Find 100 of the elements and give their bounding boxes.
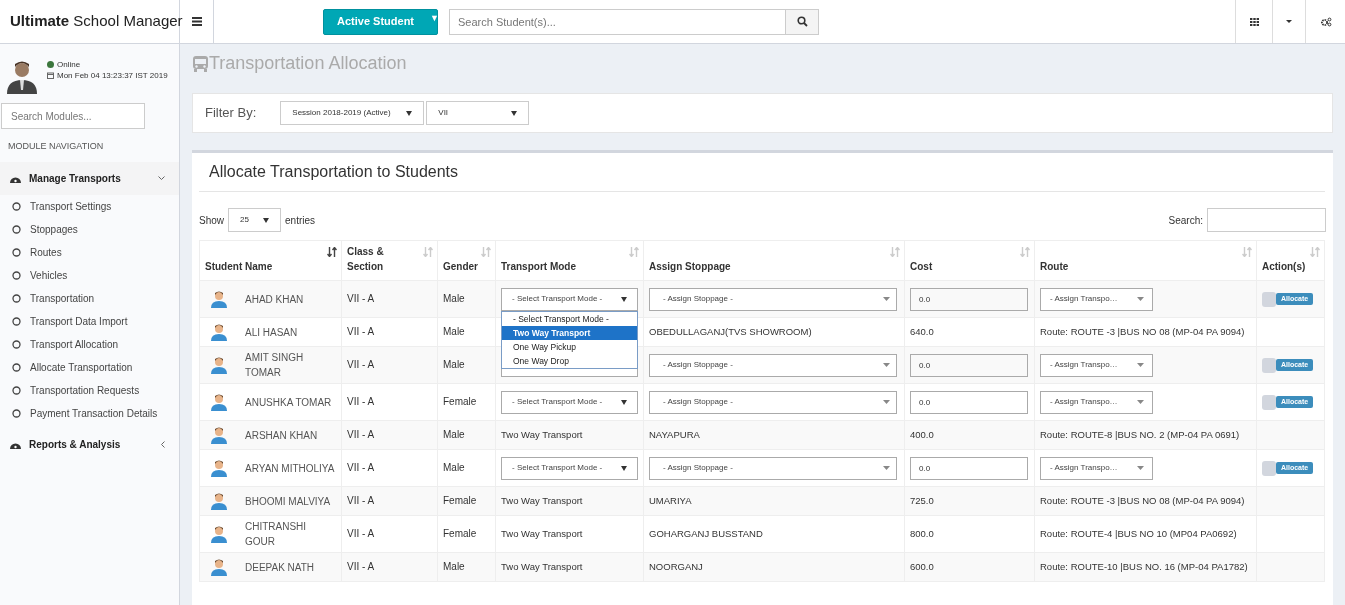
nav-group[interactable]: Reports & Analysis [0,427,179,461]
student-name: DEEPAK NATH [245,560,315,575]
table-cell: VII - A [347,429,375,440]
mode-select[interactable]: - Select Transport Mode - [501,287,638,311]
column-header[interactable]: Gender [437,240,496,281]
toggle-switch[interactable] [1262,394,1276,410]
table-cell: VII - A [347,528,375,539]
route-select[interactable]: - Assign Transpo… [1040,390,1153,414]
chevron-down-icon [158,176,165,180]
search-field[interactable]: Search Student(s)... [449,8,786,35]
search-icon [796,16,808,27]
circle-icon [12,201,21,211]
caret-icon [1137,363,1144,367]
table-cell: Route: ROUTE-8 |BUS NO. 2 (MP-04 PA 0691) [1040,429,1240,440]
search-button[interactable] [786,8,819,35]
caret-icon [406,110,413,116]
sort-icon [1310,247,1320,257]
dropdown-option[interactable]: - Select Transport Mode - [502,312,637,326]
sort-icon [423,247,433,257]
nav-item[interactable]: Transport Settings [30,198,112,214]
table-cell: VII - A [347,495,375,506]
table-cell: 400.0 [910,429,934,440]
table-cell: Male [443,293,465,304]
nav-item[interactable]: Payment Transaction Details [30,405,158,421]
cost-field[interactable]: 0.0 [910,456,1028,480]
column-header[interactable]: Class & Section [341,240,438,281]
stoppage-select[interactable]: - Assign Stoppage - [649,390,897,414]
show-label: Show [199,213,224,228]
panel-title: Allocate Transportation to Students [199,153,1325,192]
column-header[interactable]: Assign Stoppage [643,240,905,281]
toggle-switch[interactable] [1262,357,1276,373]
table-cell: Two Way Transport [501,561,583,572]
entries-select[interactable]: 25 [228,208,281,232]
nav-item[interactable]: Transportation Requests [30,382,140,398]
bus-icon [192,54,209,73]
student-name: AHAD KHAN [245,292,304,307]
nav-item[interactable]: Allocate Transportation [30,359,133,375]
caret-icon [263,217,269,223]
caret-icon [1137,400,1144,404]
toggle-switch[interactable] [1262,460,1276,476]
nav-item[interactable]: Routes [30,244,62,260]
column-header[interactable]: Action(s) [1256,240,1325,281]
page-title: Transportation Allocation [209,52,407,75]
sort-icon [1242,247,1252,257]
table-cell: 725.0 [910,495,934,506]
cost-field[interactable]: 0.0 [910,353,1028,377]
caret-icon [883,400,890,404]
nav-item[interactable]: Transport Data Import [30,313,128,329]
calendar-icon [47,72,54,79]
circle-icon [12,270,21,280]
table-cell: Male [443,359,465,370]
stoppage-select[interactable]: - Assign Stoppage - [649,287,897,311]
chevron-left-icon [161,440,165,448]
column-header[interactable]: Route [1034,240,1257,281]
column-header[interactable]: Student Name [199,240,342,281]
login-datetime: Mon Feb 04 13:23:37 IST 2019 [57,70,168,81]
brand-logo[interactable]: Ultimate School Manager [10,10,183,33]
cost-field[interactable]: 0.0 [910,390,1028,414]
nav-item[interactable]: Vehicles [30,267,68,283]
table-cell: Male [443,561,465,572]
route-select[interactable]: - Assign Transpo… [1040,456,1153,480]
table-search-field[interactable] [1207,208,1326,232]
nav-group[interactable]: Manage Transports [0,161,179,195]
toggle-switch[interactable] [1262,291,1276,307]
table-cell: Female [443,396,477,407]
circle-icon [12,362,21,372]
circle-icon [12,408,21,418]
table-cell: 800.0 [910,528,934,539]
session-select[interactable]: Session 2018-2019 (Active) [280,101,425,125]
table-cell: Route: ROUTE-4 |BUS NO 10 (MP04 PA0692) [1040,528,1237,539]
sort-icon [327,247,337,257]
student-name: ALI HASAN [245,325,298,340]
circle-icon [12,247,21,257]
dropdown-option[interactable]: One Way Pickup [502,340,637,354]
entries-label: entries [285,213,316,228]
cost-field[interactable]: 0.0 [910,287,1028,311]
nav-item[interactable]: Transportation [30,290,95,306]
mode-select[interactable]: - Select Transport Mode - [501,390,638,414]
caret-icon [511,110,518,116]
dropdown-menu[interactable]: - Select Transport Mode - Two Way Transport One Way Pickup One Way Drop [501,311,638,369]
table-cell: 640.0 [910,326,934,337]
column-header[interactable]: Cost [904,240,1035,281]
stoppage-select[interactable]: - Assign Stoppage - [649,456,897,480]
sort-icon [629,247,639,257]
dropdown-option[interactable]: Two Way Transport [502,326,637,340]
student-name: ARYAN MITHOLIYA [245,461,335,476]
route-select[interactable]: - Assign Transpo… [1040,353,1153,377]
nav-item[interactable]: Transport Allocation [30,336,118,352]
column-header[interactable]: Transport Mode [495,240,644,281]
mode-select[interactable]: - Select Transport Mode - [501,456,638,480]
caret-icon [621,296,627,302]
circle-icon [12,224,21,234]
caret-icon [621,465,627,471]
stoppage-select[interactable]: - Assign Stoppage - [649,353,897,377]
caret-icon [883,466,890,470]
nav-item[interactable]: Stoppages [30,221,78,237]
module-search-field[interactable]: Search Modules... [1,103,145,129]
route-select[interactable]: - Assign Transpo… [1040,287,1153,311]
class-select[interactable]: VII [426,101,530,125]
student-name: AMIT SINGH TOMAR [245,351,305,380]
